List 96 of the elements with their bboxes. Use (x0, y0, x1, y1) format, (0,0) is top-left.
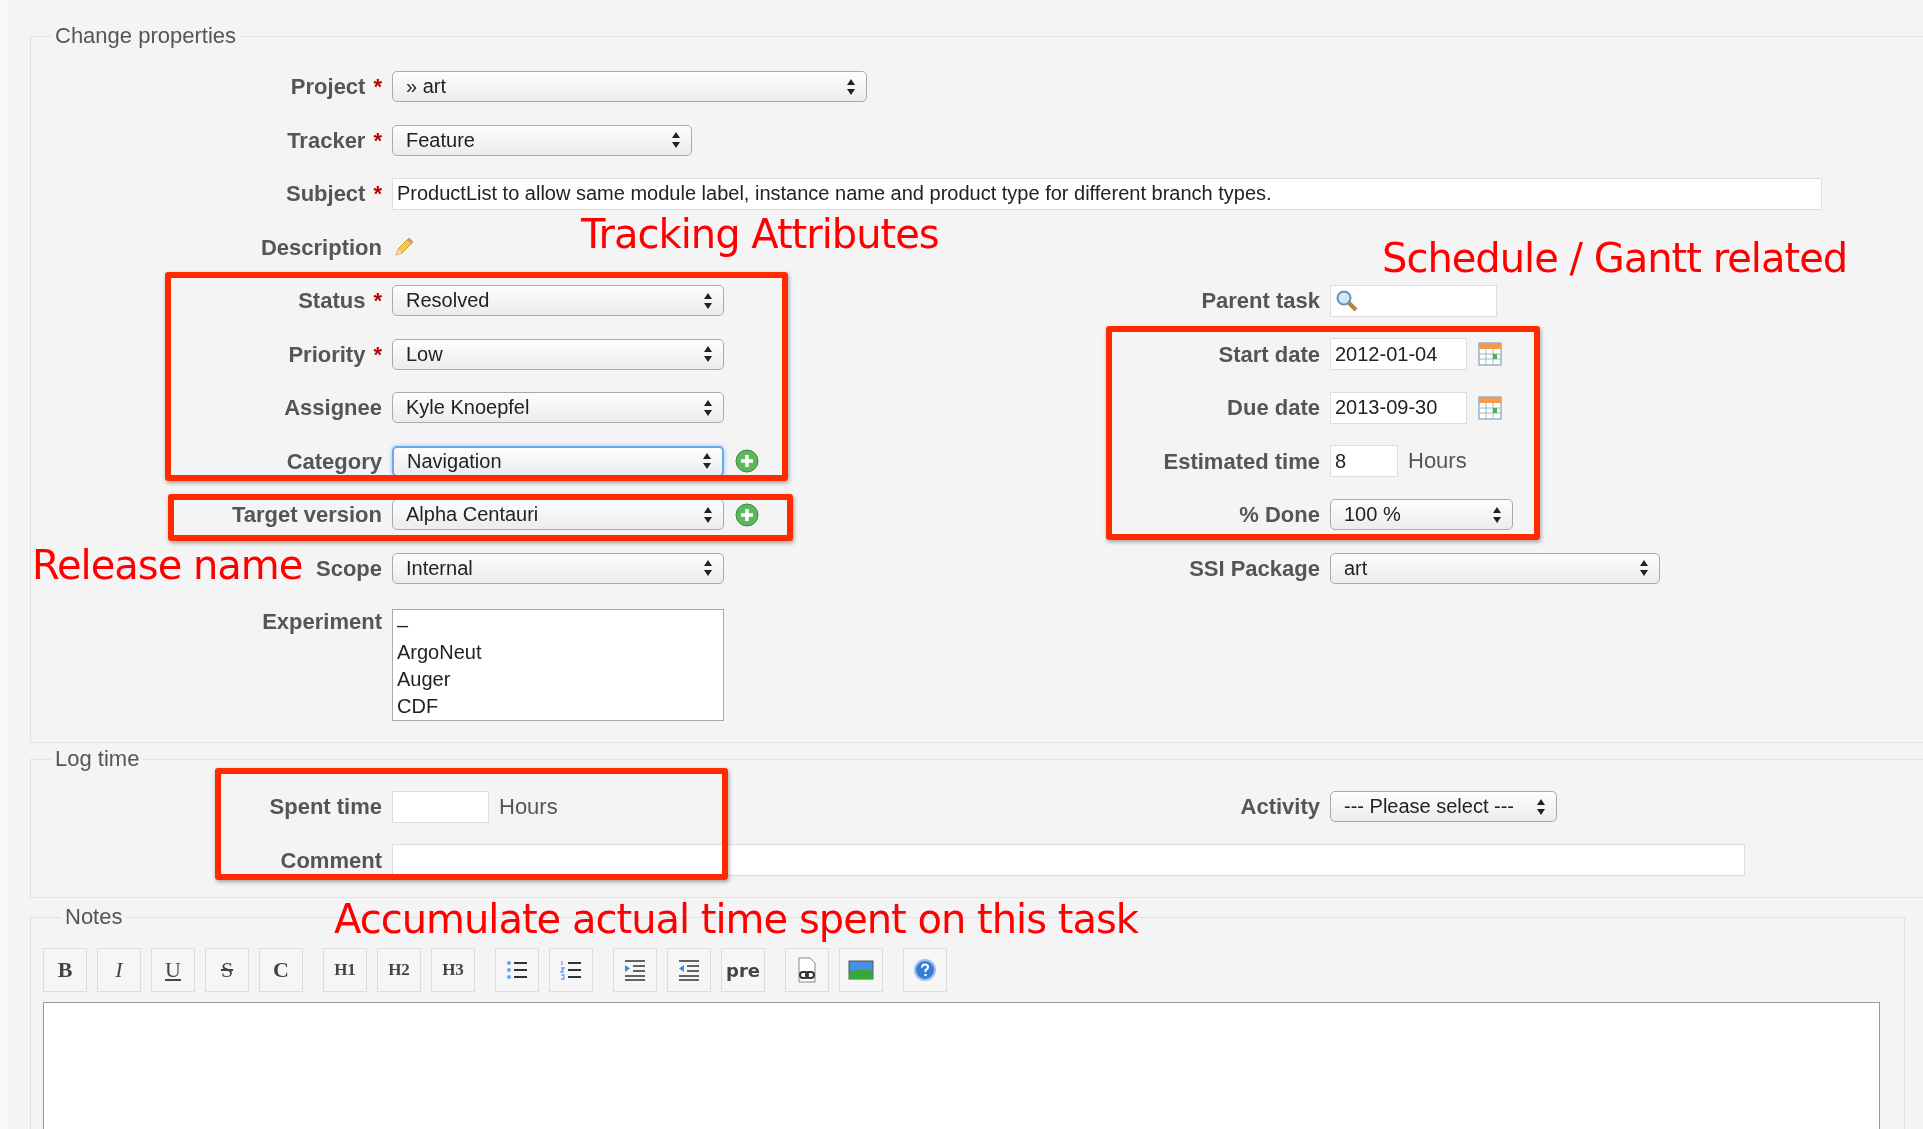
list-option[interactable]: ArgoNeut (397, 639, 719, 666)
help-button[interactable] (903, 948, 947, 992)
field-label: Start date (1218, 341, 1320, 367)
unit-label: Hours (499, 793, 558, 820)
sort-arrows-icon (1536, 797, 1546, 816)
unit-label: Hours (1408, 448, 1467, 475)
dropdown[interactable]: Low (392, 338, 724, 370)
sort-arrows-icon (1492, 505, 1502, 524)
image-icon (848, 959, 874, 981)
annotation-text: Schedule / Gantt related (1382, 236, 1848, 280)
field-label: % Done (1239, 502, 1320, 528)
outdent-icon (677, 959, 701, 981)
required-marker: * (373, 181, 382, 207)
section-legend: Log time (51, 746, 144, 772)
format-button[interactable]: H2 (377, 948, 421, 992)
bullet-list-button[interactable] (495, 948, 539, 992)
date-field[interactable]: 2013-09-30 (1330, 391, 1467, 424)
field-label: Project (290, 74, 366, 100)
indent-icon (623, 959, 647, 981)
dropdown[interactable]: Internal (392, 552, 724, 584)
numbered-list-icon (559, 959, 583, 981)
sort-arrows-icon (703, 559, 713, 578)
field-label: Priority (288, 341, 366, 367)
field-label: Status (298, 288, 366, 314)
field-label: Activity (1240, 794, 1320, 820)
sort-arrows-icon (846, 77, 856, 96)
required-marker: * (373, 288, 382, 314)
calendar-icon[interactable] (1477, 341, 1503, 368)
dropdown[interactable]: Navigation (392, 445, 724, 477)
calendar-icon[interactable] (1477, 394, 1503, 421)
sort-arrows-icon (702, 452, 712, 471)
list-option[interactable]: – (397, 612, 719, 639)
section-legend: Notes (61, 904, 127, 930)
field-label: Comment (280, 847, 382, 873)
sort-arrows-icon (703, 345, 713, 364)
field-label: Target version (232, 502, 382, 528)
format-button[interactable]: B (43, 948, 87, 992)
required-marker: * (373, 74, 382, 100)
spent-time-field[interactable] (392, 790, 489, 823)
help-icon (913, 958, 937, 982)
list-box[interactable]: – ArgoNeut Auger CDF (392, 609, 724, 721)
section-legend: Change properties (51, 23, 240, 49)
format-button[interactable]: C (259, 948, 303, 992)
sort-arrows-icon (703, 505, 713, 524)
dropdown[interactable]: » art (392, 71, 867, 103)
field-label: Due date (1227, 395, 1320, 421)
field-label: Subject (285, 181, 366, 207)
field-label: Description (260, 234, 382, 260)
subject-field[interactable]: ProductList to allow same module label, instance name and product type for different branch types. (392, 177, 1822, 210)
sort-arrows-icon (703, 291, 713, 310)
field-label: Scope (315, 555, 382, 581)
field-label: Estimated time (1163, 448, 1320, 474)
search-field[interactable] (1330, 284, 1497, 317)
search-icon (1335, 288, 1359, 313)
required-marker: * (373, 127, 382, 153)
indent-button[interactable] (613, 948, 657, 992)
dropdown[interactable]: Kyle Knoepfel (392, 392, 724, 424)
numbered-list-button[interactable] (549, 948, 593, 992)
bullet-list-icon (505, 959, 529, 981)
annotation-text: Accumulate actual time spent on this task (334, 897, 1138, 941)
dropdown[interactable]: 100 % (1330, 499, 1513, 531)
field-label: Tracker (287, 127, 366, 153)
format-button[interactable]: H1 (323, 948, 367, 992)
field-label: Parent task (1201, 288, 1320, 314)
list-option[interactable]: Auger (397, 666, 719, 693)
dropdown[interactable]: Feature (392, 124, 692, 156)
format-button[interactable]: H3 (431, 948, 475, 992)
link-button[interactable] (785, 948, 829, 992)
add-icon[interactable] (734, 501, 760, 528)
format-button[interactable]: pre (721, 948, 765, 992)
sort-arrows-icon (703, 398, 713, 417)
dropdown[interactable]: --- Please select --- (1330, 791, 1557, 823)
link-icon (795, 957, 819, 983)
format-button[interactable]: U (151, 948, 195, 992)
annotation-text: Release name (32, 543, 303, 587)
required-marker: * (373, 341, 382, 367)
format-button[interactable]: S (205, 948, 249, 992)
dropdown[interactable]: Resolved (392, 285, 724, 317)
comment-field[interactable] (392, 844, 1745, 877)
outdent-button[interactable] (667, 948, 711, 992)
field-label: SSI Package (1189, 555, 1320, 581)
sort-arrows-icon (1639, 559, 1649, 578)
field-label: Spent time (269, 794, 382, 820)
add-icon[interactable] (734, 448, 760, 475)
field-label: Experiment (262, 609, 382, 634)
date-field[interactable]: 2012-01-04 (1330, 338, 1467, 371)
field-label: Category (286, 448, 382, 474)
list-option[interactable]: CDF (397, 693, 719, 720)
dropdown[interactable]: art (1330, 552, 1660, 584)
sort-arrows-icon (671, 131, 681, 150)
estimated-time-field[interactable]: 8 (1330, 445, 1398, 478)
dropdown[interactable]: Alpha Centauri (392, 499, 724, 531)
format-button[interactable]: I (97, 948, 141, 992)
field-label: Assignee (284, 395, 382, 421)
annotation-text: Tracking Attributes (581, 212, 939, 256)
image-button[interactable] (839, 948, 883, 992)
